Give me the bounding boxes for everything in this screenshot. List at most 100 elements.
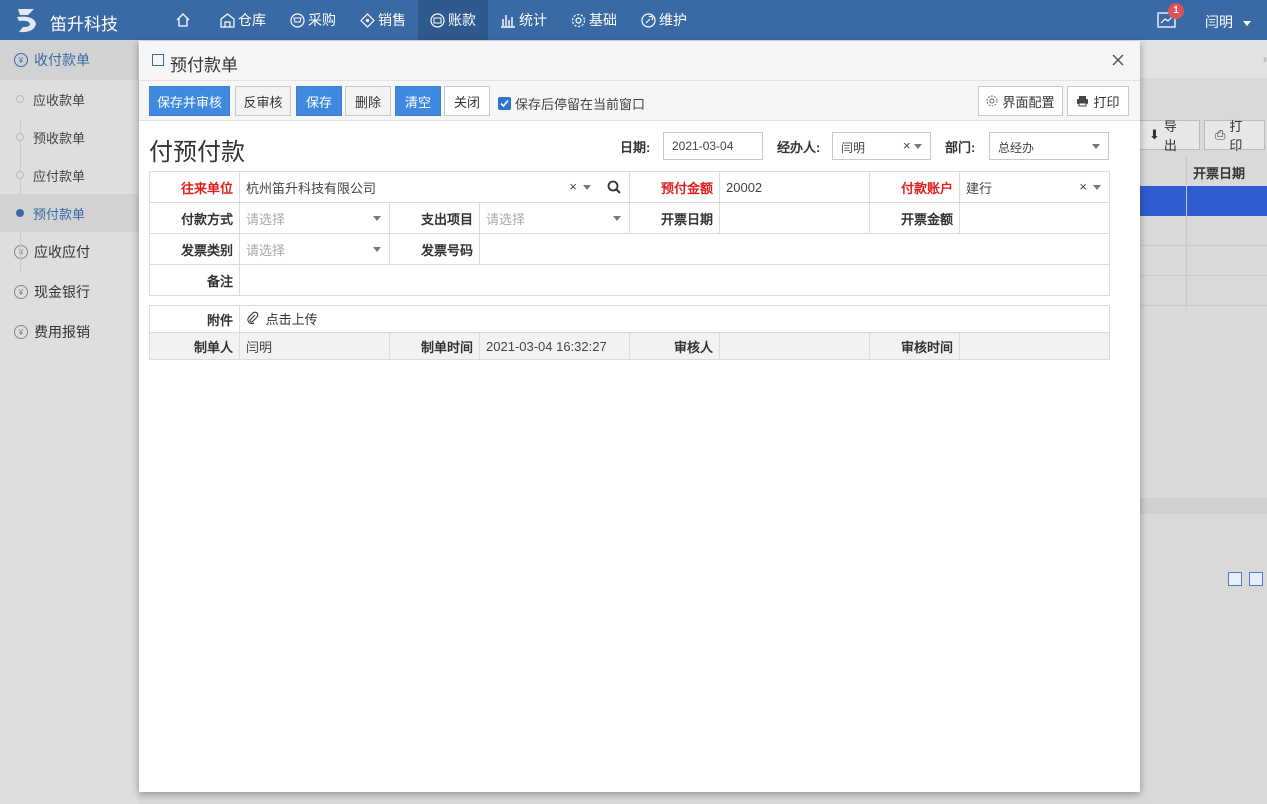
printer-icon <box>1076 95 1089 107</box>
invoice-type-select[interactable]: 请选择 <box>239 233 390 265</box>
bg-print-button[interactable]: ⎙ 打印 <box>1204 119 1265 153</box>
expense-item-label: 支出项目 <box>389 202 480 234</box>
caret-down-icon <box>1092 144 1100 149</box>
invoice-type-label: 发票类别 <box>149 233 240 265</box>
money-icon <box>430 12 445 28</box>
unapprove-button[interactable]: 反审核 <box>235 86 291 116</box>
approver-label: 审核人 <box>629 332 720 360</box>
nav-sales[interactable]: 销售 <box>348 0 418 40</box>
save-and-approve-button[interactable]: 保存并审核 <box>149 86 230 116</box>
money-icon: ¥ <box>14 245 28 259</box>
sidebar-item-advance-payment[interactable]: 预付款单 <box>0 194 138 232</box>
invoice-date-input[interactable] <box>719 202 870 234</box>
money-icon: ¥ <box>14 285 28 299</box>
caret-down-icon <box>583 185 591 190</box>
minimize-icon[interactable] <box>1228 572 1242 586</box>
caret-down-icon <box>1093 185 1101 190</box>
search-icon[interactable] <box>607 180 621 197</box>
ui-config-button[interactable]: 界面配置 <box>978 86 1063 116</box>
sidebar-item-payable[interactable]: 应付款单 <box>0 156 138 194</box>
date-field[interactable]: 2021-03-04 <box>663 132 763 160</box>
nav-warehouse[interactable]: 仓库 <box>208 0 278 40</box>
invoice-date-label: 开票日期 <box>629 202 720 234</box>
sidebar-item-receivable[interactable]: 应收款单 <box>0 80 138 118</box>
invoice-no-input[interactable] <box>479 233 1110 265</box>
caret-down-icon <box>613 216 621 221</box>
sidebar-group-cash-bank[interactable]: ¥ 现金银行 <box>0 272 138 312</box>
payment-form-grid-main: 往来单位 杭州笛升科技有限公司 × 预付金额 20002 付款账户 建行 × 付… <box>149 171 1110 296</box>
money-icon: ¥ <box>14 325 28 339</box>
created-time-label: 制单时间 <box>389 332 480 360</box>
nav-basic[interactable]: 基础 <box>559 0 629 40</box>
stay-after-save-checkbox[interactable]: 保存后停留在当前窗口 <box>498 94 645 113</box>
sidebar-group-expense[interactable]: ¥ 费用报销 <box>0 312 138 352</box>
print-button[interactable]: 打印 <box>1067 86 1129 116</box>
clear-icon[interactable]: × <box>1079 179 1087 194</box>
dept-select[interactable]: 总经办 <box>989 132 1109 160</box>
paperclip-icon <box>246 311 259 327</box>
brand-name: 笛升科技 <box>50 15 118 34</box>
caret-down-icon <box>914 144 922 149</box>
printer-icon: ⎙ <box>1215 127 1226 142</box>
prepay-amount-input[interactable]: 20002 <box>719 171 870 203</box>
nav-maintain[interactable]: 维护 <box>629 0 699 40</box>
top-navbar: 笛升科技 仓库 采购 销售 账款 统计 基础 维护 1 闫明 <box>0 0 1267 40</box>
upload-link[interactable]: 点击上传 <box>246 310 318 328</box>
gear-icon <box>986 95 998 107</box>
chevron-right-icon[interactable]: › <box>1263 52 1267 66</box>
nav-purchase[interactable]: 采购 <box>278 0 348 40</box>
invoice-amount-label: 开票金额 <box>869 202 960 234</box>
money-icon: ¥ <box>14 53 28 67</box>
approved-time-value <box>958 332 1111 360</box>
close-icon[interactable] <box>1110 52 1126 68</box>
caret-down-icon <box>373 216 381 221</box>
sidebar-group-receipts-payments[interactable]: ¥ 收付款单 <box>0 40 138 80</box>
wrench-icon <box>641 12 656 28</box>
notification-badge: 1 <box>1168 3 1184 19</box>
form-title: 付预付款 <box>149 139 245 166</box>
close-button[interactable]: 关闭 <box>444 86 490 116</box>
table-row[interactable] <box>1138 216 1267 246</box>
partner-label: 往来单位 <box>149 171 240 203</box>
sidebar: ¥ 收付款单 应收款单 预收款单 应付款单 预付款单 ¥ 应收应付 ¥ 现金银行… <box>0 40 138 804</box>
table-row[interactable] <box>1138 246 1267 276</box>
sidebar-item-advance-receipt[interactable]: 预收款单 <box>0 118 138 156</box>
notification-button[interactable]: 1 <box>1157 3 1184 30</box>
nav-accounts[interactable]: 账款 <box>418 0 488 40</box>
advance-payment-dialog: 预付款单 保存并审核 反审核 保存 删除 清空 关闭 保存后停留在当前窗口 界面… <box>139 41 1140 792</box>
dialog-toolbar: 保存并审核 反审核 保存 删除 清空 关闭 保存后停留在当前窗口 界面配置 打印 <box>139 81 1140 121</box>
clear-icon[interactable]: × <box>569 179 577 194</box>
date-label: 日期: <box>620 140 651 155</box>
maximize-icon[interactable] <box>1249 572 1263 586</box>
dialog-header: 预付款单 <box>139 41 1140 81</box>
pay-account-select[interactable]: 建行 × <box>959 171 1110 203</box>
remark-input[interactable] <box>239 264 1110 296</box>
creator-label: 制单人 <box>149 332 240 360</box>
approved-time-label: 审核时间 <box>869 332 960 360</box>
cart-icon <box>290 12 305 28</box>
invoice-amount-input[interactable] <box>959 202 1110 234</box>
home-icon <box>175 12 191 28</box>
partner-select[interactable]: 杭州笛升科技有限公司 × <box>239 171 630 203</box>
attachment-label: 附件 <box>149 305 240 333</box>
pay-method-select[interactable]: 请选择 <box>239 202 390 234</box>
expense-item-select[interactable]: 请选择 <box>479 202 630 234</box>
delete-button[interactable]: 删除 <box>345 86 391 116</box>
creator-value: 闫明 <box>239 332 390 360</box>
user-menu[interactable]: 闫明 <box>1205 12 1251 32</box>
table-row[interactable] <box>1138 276 1267 306</box>
clear-icon[interactable]: × <box>903 138 911 153</box>
export-button[interactable]: ⬇ 导出 <box>1138 119 1200 153</box>
pay-method-label: 付款方式 <box>149 202 240 234</box>
table-row[interactable] <box>1138 186 1267 216</box>
approver-value <box>719 332 870 360</box>
save-button[interactable]: 保存 <box>296 86 342 116</box>
pay-account-label: 付款账户 <box>869 171 960 203</box>
nav-home[interactable] <box>160 0 208 40</box>
horizontal-scrollbar[interactable] <box>1138 498 1267 514</box>
gear-icon <box>571 13 586 28</box>
nav-stats[interactable]: 统计 <box>488 0 559 40</box>
handler-select[interactable]: 闫明 × <box>832 132 931 160</box>
clear-button[interactable]: 清空 <box>395 86 441 116</box>
window-icon <box>152 54 164 66</box>
